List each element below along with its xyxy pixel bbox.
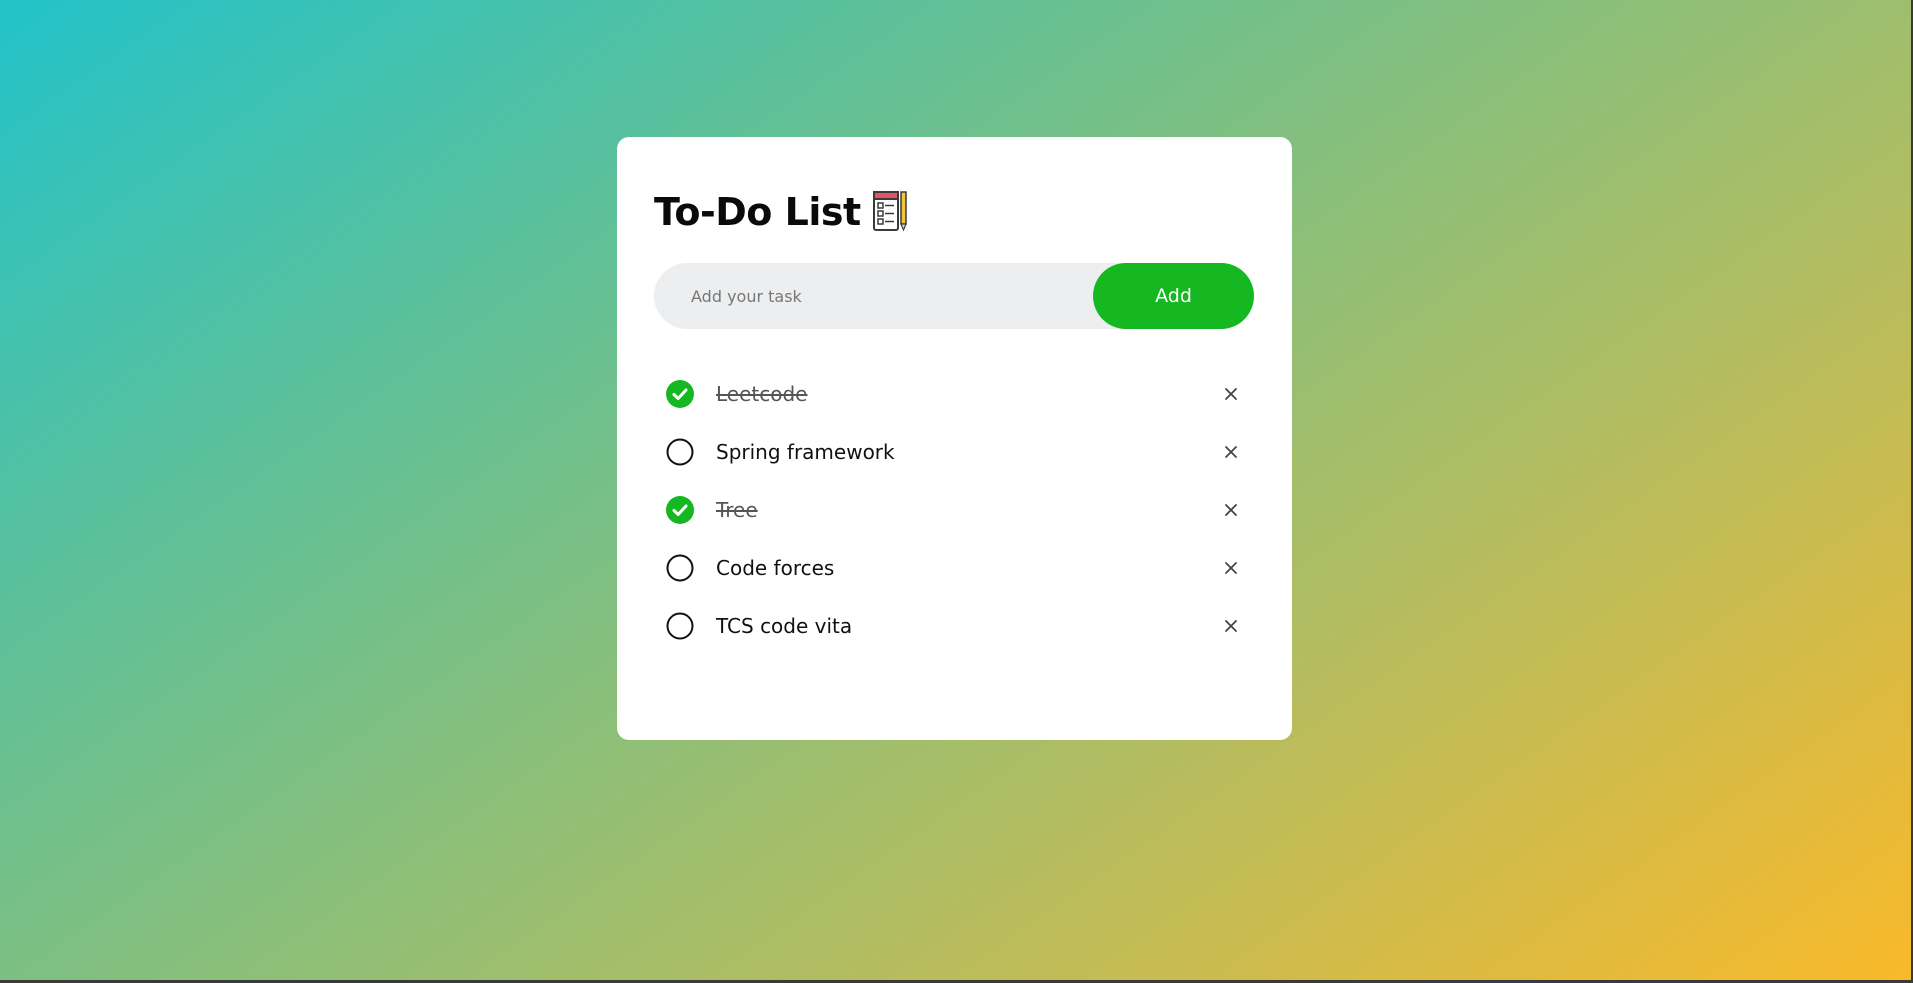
task-label: TCS code vita	[716, 614, 853, 638]
add-button[interactable]: Add	[1093, 263, 1254, 329]
task-label: Spring framework	[716, 440, 895, 464]
app-background: To-Do List Add LeetcodeS	[0, 0, 1913, 983]
task-item[interactable]: Spring framework	[654, 423, 1255, 481]
task-item[interactable]: TCS code vita	[654, 597, 1255, 655]
task-label: Code forces	[716, 556, 835, 580]
check-circle-filled-icon[interactable]	[666, 496, 694, 524]
circle-outline-icon[interactable]	[666, 612, 694, 640]
task-item[interactable]: Tree	[654, 481, 1255, 539]
task-label: Tree	[716, 498, 758, 522]
task-label: Leetcode	[716, 382, 808, 406]
page-title: To-Do List	[654, 190, 861, 234]
close-icon[interactable]	[1217, 554, 1245, 582]
close-icon[interactable]	[1217, 612, 1245, 640]
close-icon[interactable]	[1217, 380, 1245, 408]
circle-outline-icon[interactable]	[666, 438, 694, 466]
task-input[interactable]	[654, 262, 1093, 330]
circle-outline-icon[interactable]	[666, 554, 694, 582]
header: To-Do List	[654, 187, 1255, 237]
check-circle-filled-icon[interactable]	[666, 380, 694, 408]
task-item[interactable]: Code forces	[654, 539, 1255, 597]
close-icon[interactable]	[1217, 496, 1245, 524]
task-list: Leetcode Spring framework Tree Code forces T…	[654, 365, 1255, 655]
todo-card: To-Do List Add LeetcodeS	[617, 137, 1292, 740]
close-icon[interactable]	[1217, 438, 1245, 466]
task-input-row: Add	[654, 262, 1254, 330]
task-item[interactable]: Leetcode	[654, 365, 1255, 423]
notepad-checklist-icon	[872, 190, 909, 232]
